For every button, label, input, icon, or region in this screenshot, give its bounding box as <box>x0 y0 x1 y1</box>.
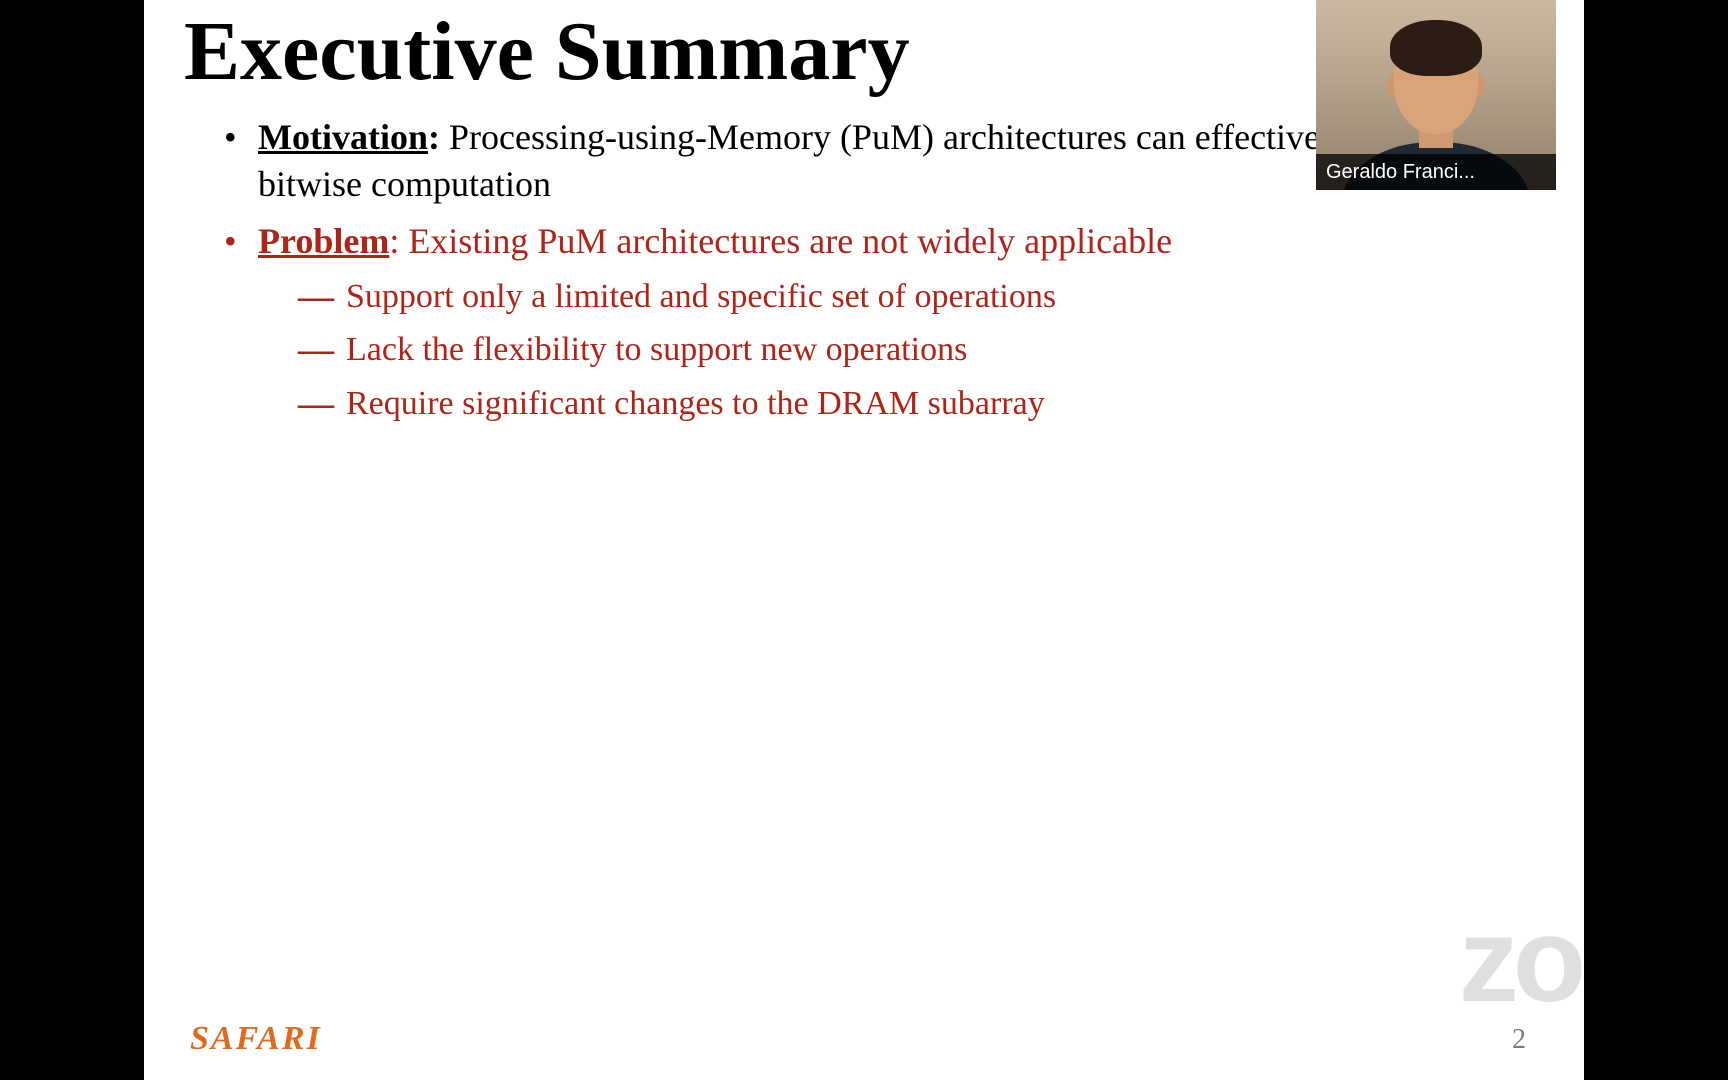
problem-sub-item: Support only a limited and specific set … <box>298 273 1544 321</box>
problem-label: Problem <box>258 221 389 261</box>
page-number: 2 <box>1512 1024 1526 1056</box>
motivation-label: Motivation <box>258 117 428 157</box>
webcam-name-label: Geraldo Franci... <box>1316 154 1556 190</box>
problem-sub-item: Require significant changes to the DRAM … <box>298 380 1544 428</box>
motivation-text: Processing-using-Memory (PuM) architectu… <box>258 117 1473 204</box>
webcam-tile[interactable]: Geraldo Franci... <box>1316 0 1556 190</box>
problem-sub-list: Support only a limited and specific set … <box>258 273 1544 428</box>
bullet-problem: Problem: Existing PuM architectures are … <box>224 218 1544 428</box>
motivation-colon: : <box>428 117 440 157</box>
footer-logo: SAFARI <box>190 1020 322 1058</box>
problem-sub-item: Lack the flexibility to support new oper… <box>298 326 1544 374</box>
problem-text: : Existing PuM architectures are not wid… <box>389 221 1172 261</box>
